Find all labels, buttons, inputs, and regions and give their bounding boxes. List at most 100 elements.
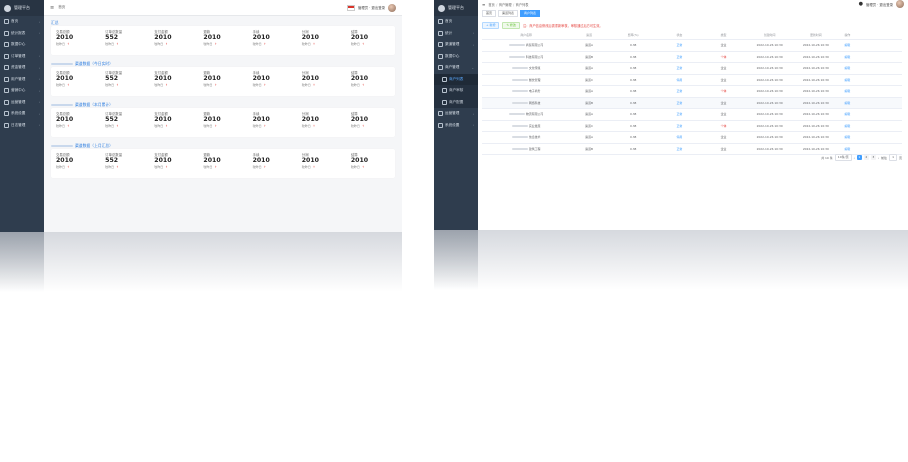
edit-button[interactable]: ✎ 修改 [502, 21, 520, 29]
page-size-select[interactable]: 10条/页 [834, 154, 852, 161]
breadcrumb[interactable]: 首页 [58, 5, 65, 10]
stat-item: 支付金额 2010 较昨日 ↑ [149, 108, 198, 137]
menu-toggle-icon[interactable]: ≡ [50, 5, 54, 11]
status-cell: 正常 [676, 146, 683, 151]
table-row[interactable]: 网络科技 渠道B 0.38 正常 企业 2022-10-26 10:30 2022-10-2… [482, 97, 902, 109]
sidebar-item[interactable]: 统计报表 › [0, 28, 44, 40]
sidebar-item[interactable]: 用户管理 › [0, 74, 44, 86]
sidebar-item[interactable]: 首页 › [0, 16, 44, 28]
sidebar-item[interactable]: 商户审核 [434, 85, 478, 97]
stat-compare-label: 较昨日 [154, 42, 164, 46]
sidebar-item[interactable]: 商户管理 ⌄ [434, 62, 478, 74]
status-cell: 正常 [676, 112, 683, 117]
logo-text: 管理平台 [448, 5, 464, 10]
merchant-name: 信息技术 [528, 135, 541, 140]
sidebar-item[interactable]: 运营管理 › [434, 108, 478, 120]
sidebar-item-label: 运营管理 [445, 111, 460, 116]
table-row[interactable]: 物流有限公司 渠道A 0.38 正常 企业 2022-10-26 10:30 2022-10… [482, 109, 902, 121]
edit-link[interactable]: 编辑 [839, 112, 856, 116]
sidebar-item[interactable]: 营销中心 › [0, 85, 44, 97]
page-jump-input[interactable]: 1 [889, 154, 897, 161]
breadcrumb-item[interactable]: 首页 [488, 3, 494, 7]
sidebar-item[interactable]: 订单管理 › [0, 51, 44, 63]
menu-item-icon [438, 42, 443, 48]
breadcrumb-item[interactable]: 商户管理 [499, 3, 512, 7]
trend-up-icon: ↑ [165, 124, 168, 128]
edit-link[interactable]: 编辑 [839, 147, 856, 151]
table-row[interactable]: 商贸有限公司 渠道A 0.38 正常 企业 2022-10-26 10:30 2022-10… [482, 40, 902, 52]
sidebar-item-label: 营销中心 [11, 88, 26, 93]
table-row[interactable]: 文化传媒 渠道A 0.38 正常 企业 2022-10-26 10:30 2022-10-2… [482, 63, 902, 75]
sidebar-item[interactable]: 系统设置 › [434, 120, 478, 132]
table-header-cell: 创建时间 [763, 32, 776, 37]
sidebar-item[interactable]: 商户配置 [434, 96, 478, 108]
table-row[interactable]: 科技有限公司 渠道B 0.38 正常 个体 2022-10-26 10:30 2022-10… [482, 52, 902, 63]
page-number-button[interactable]: 2 [863, 155, 869, 160]
sidebar-item-label: 商户配置 [449, 99, 464, 104]
edit-link[interactable]: 编辑 [839, 101, 856, 105]
tab-3[interactable]: 商户列表 [520, 9, 541, 17]
tab-2[interactable]: 渠道列表 [498, 9, 519, 17]
rate-cell: 0.38 [629, 77, 637, 82]
user-menu[interactable]: 管理员 · 退出登录 [866, 2, 893, 7]
stat-item: 交易总额 2010 较昨日 ↑ [51, 108, 100, 137]
trend-up-icon: ↑ [116, 83, 119, 87]
edit-link[interactable]: 编辑 [839, 43, 856, 47]
next-page-button[interactable]: › [878, 156, 879, 160]
table-row[interactable]: 电子商务 渠道A 0.38 正常 个体 2022-10-26 10:30 2022-10-2… [482, 86, 902, 98]
sidebar-item-label: 系统设置 [445, 122, 460, 127]
merchant-name: 科技有限公司 [525, 54, 544, 59]
merchant-name-cell: 电子商务 [482, 89, 570, 93]
sidebar-item[interactable]: 资金管理 › [0, 62, 44, 74]
section-title-prefix [51, 144, 73, 148]
page-number-button[interactable]: 3 [870, 155, 876, 160]
stat-value: 2010 [252, 75, 270, 82]
table-row[interactable]: 信息技术 渠道A 0.38 停用 企业 2022-10-26 10:30 2022-10-2… [482, 132, 902, 144]
edit-link[interactable]: 编辑 [839, 78, 856, 82]
logo[interactable]: 管理平台 [0, 0, 44, 16]
sidebar-item[interactable]: 商户列表 [434, 73, 478, 85]
table-row[interactable]: 实业发展 渠道C 0.38 正常 个体 2022-10-26 10:30 2022-10-2… [482, 121, 902, 132]
table-row[interactable]: 餐饮管理 渠道C 0.38 停用 企业 2022-10-26 10:30 2022-10-2… [482, 75, 902, 86]
tab-1[interactable]: 首页 [482, 9, 497, 17]
section-title-text: 渠道数据（上月汇总） [75, 143, 113, 148]
breadcrumb-item: 商户列表 [515, 2, 529, 7]
stat-compare-label: 较昨日 [350, 124, 360, 128]
edit-link[interactable]: 编辑 [839, 66, 856, 70]
trend-up-icon: ↑ [67, 83, 70, 87]
menu-toggle-icon[interactable]: ≡ [482, 2, 485, 7]
sidebar-item[interactable]: 渠道管理 › [434, 39, 478, 51]
stat-value: 2010 [56, 75, 74, 82]
sidebar-item[interactable]: 数据中心 [434, 51, 478, 63]
sidebar-item[interactable]: 首页 [434, 16, 478, 28]
stat-item: 退款 2010 较昨日 ↑ [198, 67, 247, 96]
flag-icon[interactable] [347, 4, 356, 11]
edit-link[interactable]: 编辑 [839, 55, 856, 59]
stat-compare: 较昨日 ↑ [154, 83, 195, 87]
merchant-name-prefix [508, 113, 525, 116]
avatar[interactable] [388, 3, 396, 12]
created-time-cell: 2022-10-26 10:30 [756, 135, 783, 140]
prev-page-button[interactable]: ‹ [854, 156, 855, 160]
stat-item: 交易总额 2010 较昨日 ↑ [51, 67, 100, 96]
sidebar-item-label: 商户审核 [449, 88, 464, 93]
add-button[interactable]: + 新增 [482, 21, 500, 29]
avatar[interactable] [896, 0, 904, 8]
sidebar-item-label: 首页 [445, 19, 453, 24]
menu-item-icon [4, 111, 9, 117]
edit-link[interactable]: 编辑 [839, 135, 856, 139]
sidebar-item[interactable]: 系统设置 › [0, 108, 44, 120]
merchant-name: 实业发展 [528, 123, 541, 128]
sidebar-item[interactable]: 数据中心 [0, 39, 44, 51]
edit-link[interactable]: 编辑 [839, 89, 856, 93]
sidebar-item[interactable]: 统计 › [434, 28, 478, 40]
logo[interactable]: 管理平台 [434, 0, 478, 16]
page-number-button[interactable]: 1 [856, 155, 862, 160]
sidebar: 管理平台 首页 › 统计报表 › 数据中心 订单管理 › 资金管理 › 用户管理 › 营销中心 › 运营管… [0, 0, 44, 232]
edit-link[interactable]: 编辑 [839, 124, 856, 128]
bell-icon[interactable]: ● [859, 1, 863, 7]
stat-compare: 较昨日 ↑ [253, 83, 294, 87]
sidebar-item[interactable]: 日志管理 › [0, 120, 44, 132]
sidebar-item[interactable]: 运营管理 › [0, 97, 44, 109]
user-menu[interactable]: 管理员 · 退出登录 [358, 5, 385, 10]
